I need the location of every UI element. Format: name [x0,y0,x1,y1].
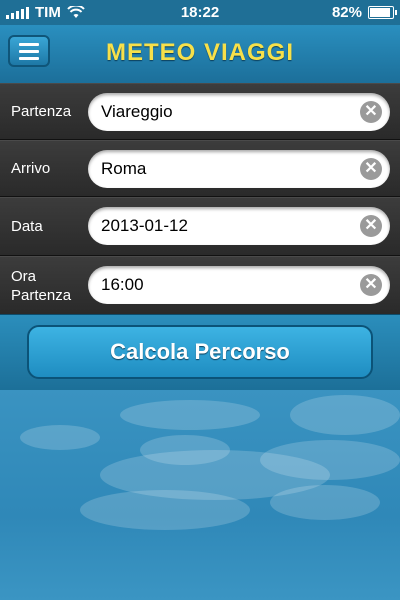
arrivo-input[interactable]: Roma ✕ [88,150,390,188]
data-label: Data [11,218,43,235]
cloud-shape [270,485,380,520]
status-bar: TIM 18:22 82% [0,0,400,25]
clear-x-icon[interactable]: ✕ [360,274,382,296]
form-row-partenza: Partenza Viareggio ✕ [0,83,400,140]
ora-partenza-label: Ora Partenza [11,267,72,304]
partenza-input[interactable]: Viareggio ✕ [88,93,390,131]
form-row-ora-partenza: Ora Partenza 16:00 ✕ [0,256,400,315]
route-form: Partenza Viareggio ✕ Arrivo Roma ✕ Data … [0,83,400,315]
clear-x-icon[interactable]: ✕ [360,158,382,180]
calcola-percorso-button[interactable]: Calcola Percorso [27,325,373,379]
form-row-data: Data 2013-01-12 ✕ [0,197,400,256]
action-bar: Calcola Percorso [0,314,400,391]
cloud-shape [120,400,260,430]
page-title: METEO VIAGGI [105,39,294,66]
clear-x-icon[interactable]: ✕ [360,101,382,123]
battery-percent: 82% [331,4,362,21]
app-header: METEO VIAGGI [0,25,400,84]
data-input[interactable]: 2013-01-12 ✕ [88,207,390,245]
sky-background [0,390,400,600]
cloud-shape [260,440,400,480]
form-row-arrivo: Arrivo Roma ✕ [0,140,400,197]
partenza-label: Partenza [11,103,72,120]
battery-icon [368,6,397,19]
cloud-shape [80,490,250,530]
ora-partenza-input[interactable]: 16:00 ✕ [88,266,390,304]
cloud-shape [290,395,400,435]
ora-partenza-value: 16:00 [101,275,144,294]
arrivo-label: Arrivo [11,160,51,177]
arrivo-value: Roma [101,159,147,178]
status-right: 82% [331,4,397,21]
data-value: 2013-01-12 [101,216,188,235]
cloud-shape [20,425,100,450]
clear-x-icon[interactable]: ✕ [360,215,382,237]
partenza-value: Viareggio [101,102,173,121]
battery-fill [370,8,390,17]
